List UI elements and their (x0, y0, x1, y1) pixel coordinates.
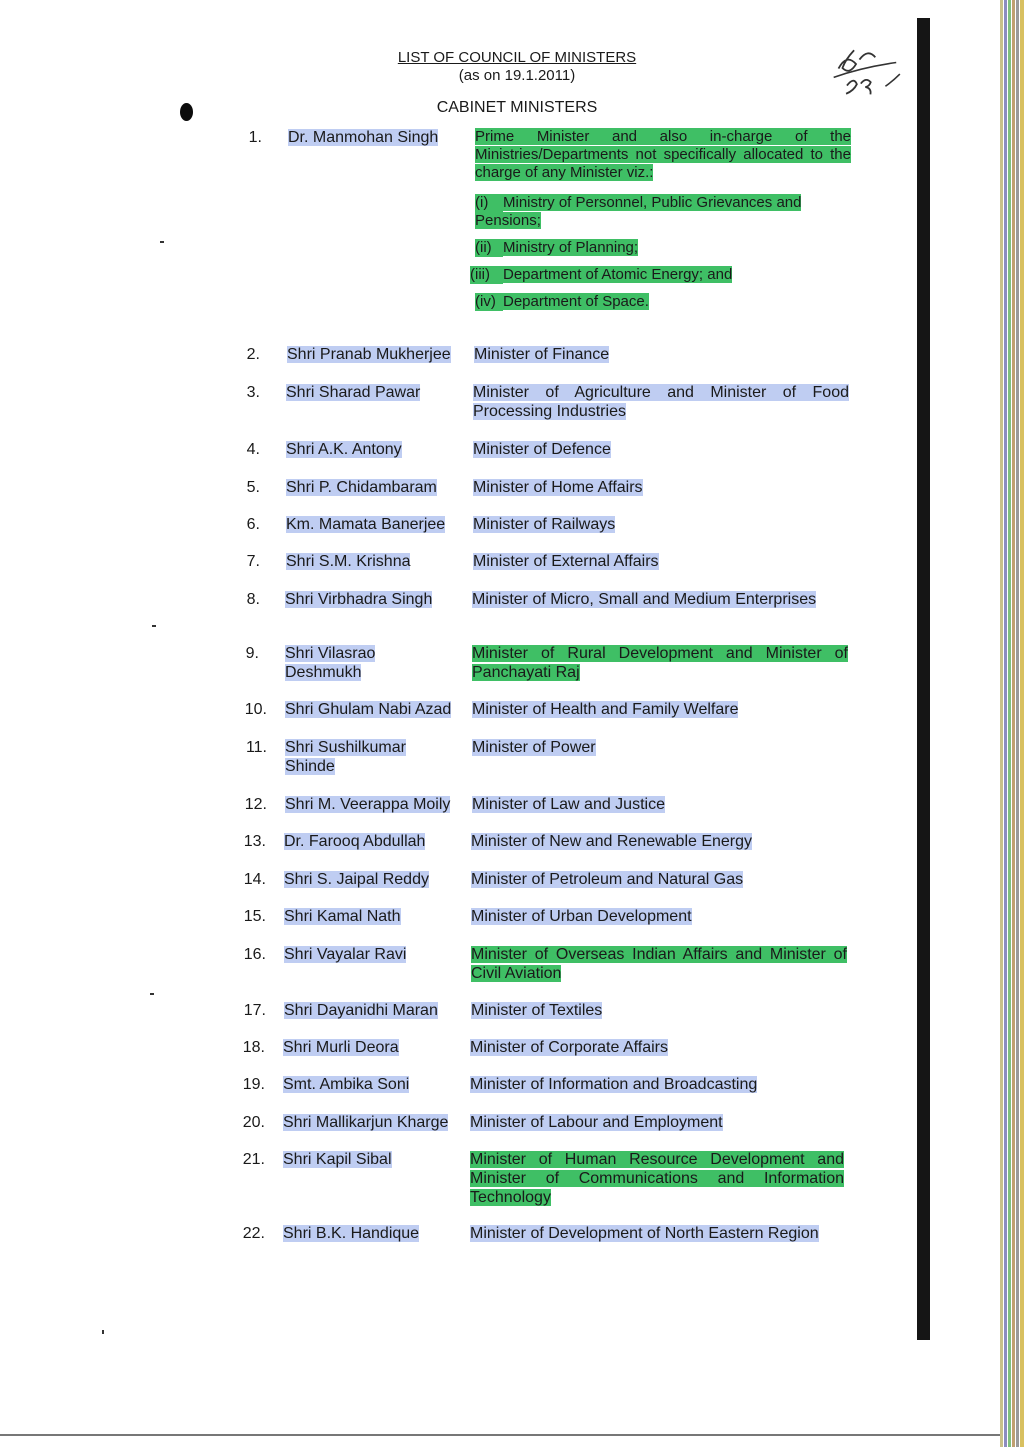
portfolio: Minister of Human Resource Development a… (470, 1151, 844, 1206)
minister-name: Shri Sharad Pawar (286, 384, 421, 401)
minister-name: Shri A.K. Antony (286, 441, 402, 458)
scan-speck (102, 1330, 104, 1334)
minister-name: Dr. Manmohan Singh (288, 129, 439, 146)
minister-name: Shri Dayanidhi Maran (284, 1002, 438, 1019)
minister-name: Shri Vilasrao Deshmukh (285, 645, 376, 681)
minister-name: Smt. Ambika Soni (283, 1076, 410, 1093)
row-number: 6. (246, 516, 260, 533)
handwritten-annotation (828, 37, 917, 117)
minister-name: Shri Mallikarjun Kharge (283, 1114, 449, 1131)
portfolio: Minister of Petroleum and Natural Gas (471, 871, 744, 888)
minister-name: Shri B.K. Handique (283, 1225, 420, 1242)
row-number: 22. (242, 1225, 265, 1242)
scan-edge-bar (917, 18, 930, 1340)
sub-portfolio: (iv) Department of Space. (475, 293, 649, 311)
scan-speck (150, 993, 154, 995)
scan-edge-stripe (1016, 0, 1019, 1447)
row-number: 3. (246, 384, 260, 401)
portfolio: Minister of Agriculture and Minister of … (473, 384, 849, 420)
portfolio: Minister of New and Renewable Energy (471, 833, 753, 850)
sub-portfolio: (iii) Department of Atomic Energy; and (470, 266, 733, 284)
minister-name: Shri Murli Deora (283, 1039, 399, 1056)
portfolio: Minister of Power (472, 739, 596, 756)
minister-name: Shri Sushilkumar Shinde (285, 739, 406, 775)
portfolio: Minister of Textiles (471, 1002, 603, 1019)
minister-name: Shri Pranab Mukherjee (287, 346, 451, 363)
row-number: 16. (243, 946, 266, 963)
portfolio: Minister of Micro, Small and Medium Ente… (472, 591, 817, 608)
portfolio: Minister of Development of North Eastern… (470, 1225, 819, 1242)
row-number: 8. (246, 591, 260, 608)
row-number: 14. (243, 871, 266, 888)
portfolio: Minister of Rural Development and Minist… (472, 645, 848, 681)
row-number: 10. (244, 701, 267, 718)
portfolio: Minister of Overseas Indian Affairs and … (471, 946, 847, 982)
minister-name: Shri Ghulam Nabi Azad (285, 701, 452, 718)
row-number: 7. (246, 553, 260, 570)
row-number: 21. (242, 1151, 265, 1168)
scan-speck (152, 625, 156, 627)
portfolio: Minister of Information and Broadcasting (470, 1076, 758, 1093)
minister-name: Dr. Farooq Abdullah (284, 833, 426, 850)
minister-name: Shri Vayalar Ravi (284, 946, 407, 963)
sub-portfolio: (ii) Ministry of Planning; (475, 239, 639, 257)
row-number: 1. (248, 129, 262, 146)
minister-name: Shri S. Jaipal Reddy (284, 871, 429, 888)
scan-edge-stripe (1008, 0, 1011, 1447)
portfolio: Minister of Law and Justice (472, 796, 665, 813)
scan-edge-stripe (1020, 0, 1024, 1447)
portfolio: Minister of Finance (474, 346, 610, 363)
sub-portfolio: (i) Ministry of Personnel, Public Grievan… (475, 194, 802, 229)
document-page: LIST OF COUNCIL OF MINISTERS (as on 19.1… (0, 0, 1024, 1447)
row-number: 13. (243, 833, 266, 850)
portfolio: Minister of Urban Development (471, 908, 692, 925)
minister-name: Shri M. Veerappa Moily (285, 796, 451, 813)
minister-name: Shri Kapil Sibal (283, 1151, 392, 1168)
row-number: 2. (246, 346, 260, 363)
scan-speck (160, 241, 164, 243)
minister-name: Shri Kamal Nath (284, 908, 401, 925)
portfolio: Prime Minister and also in-charge of the… (475, 128, 851, 181)
portfolio: Minister of Railways (473, 516, 616, 533)
portfolio: Minister of Home Affairs (473, 479, 643, 496)
minister-name: Shri P. Chidambaram (286, 479, 437, 496)
portfolio: Minister of Labour and Employment (470, 1114, 723, 1131)
minister-name: Shri Virbhadra Singh (285, 591, 433, 608)
page-bottom-edge (0, 1434, 1000, 1436)
row-number: 18. (242, 1039, 265, 1056)
row-number: 4. (246, 441, 260, 458)
scan-edge-stripe (1000, 0, 1003, 1447)
minister-name: Shri S.M. Krishna (286, 553, 411, 570)
row-number: 20. (242, 1114, 265, 1131)
row-number: 12. (244, 796, 267, 813)
row-number: 11. (245, 739, 267, 756)
scan-edge-stripe (1004, 0, 1007, 1447)
portfolio: Minister of Health and Family Welfare (472, 701, 739, 718)
row-number: 17. (243, 1002, 266, 1019)
portfolio: Minister of External Affairs (473, 553, 659, 570)
portfolio: Minister of Defence (473, 441, 611, 458)
row-number: 15. (243, 908, 266, 925)
row-number: 9. (245, 645, 259, 662)
row-number: 19. (242, 1076, 265, 1093)
row-number: 5. (246, 479, 260, 496)
scan-edge-stripe (1012, 0, 1015, 1447)
portfolio: Minister of Corporate Affairs (470, 1039, 669, 1056)
minister-name: Km. Mamata Banerjee (286, 516, 446, 533)
